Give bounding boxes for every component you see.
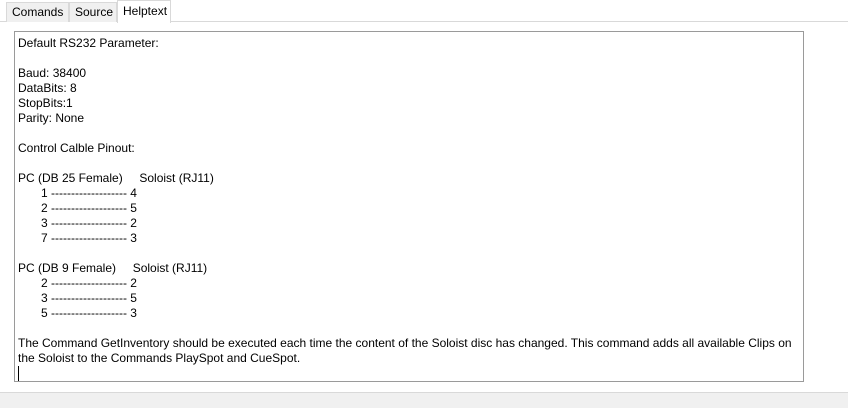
- db9-pin-row: 3 ------------------- 5: [41, 291, 137, 305]
- tab-strip: Comands Source Helptext: [0, 0, 848, 23]
- db9-header: PC (DB 9 Female) Soloist (RJ11): [18, 261, 208, 275]
- tab-comands[interactable]: Comands: [6, 2, 69, 22]
- getinventory-note: The Command GetInventory should be execu…: [18, 336, 792, 365]
- helptext-textarea[interactable]: Default RS232 Parameter: Baud: 38400 Dat…: [14, 31, 804, 382]
- databits-line: DataBits: 8: [18, 81, 77, 95]
- parity-line: Parity: None: [18, 111, 85, 125]
- caret-line: [18, 366, 799, 381]
- baud-line: Baud: 38400: [18, 66, 87, 80]
- text-caret: [18, 366, 19, 381]
- bottom-strip: [0, 392, 848, 408]
- db25-pin-row: 3 ------------------- 2: [41, 216, 137, 230]
- helptext-tab-page: Default RS232 Parameter: Baud: 38400 Dat…: [0, 22, 848, 392]
- db9-pin-row: 5 ------------------- 3: [41, 306, 137, 320]
- db25-pin-row: 7 ------------------- 3: [41, 231, 137, 245]
- window: Comands Source Helptext Default RS232 Pa…: [0, 0, 848, 408]
- db25-pin-row: 1 ------------------- 4: [41, 186, 137, 200]
- db25-header: PC (DB 25 Female) Soloist (RJ11): [18, 171, 214, 185]
- stopbits-line: StopBits:1: [18, 96, 73, 110]
- rs232-heading: Default RS232 Parameter:: [18, 36, 159, 50]
- db25-pin-row: 2 ------------------- 5: [41, 201, 137, 215]
- pinout-heading: Control Calble Pinout:: [18, 141, 135, 155]
- db9-pin-row: 2 ------------------- 2: [41, 276, 137, 290]
- tab-source[interactable]: Source: [69, 2, 117, 22]
- tab-helptext[interactable]: Helptext: [117, 0, 171, 23]
